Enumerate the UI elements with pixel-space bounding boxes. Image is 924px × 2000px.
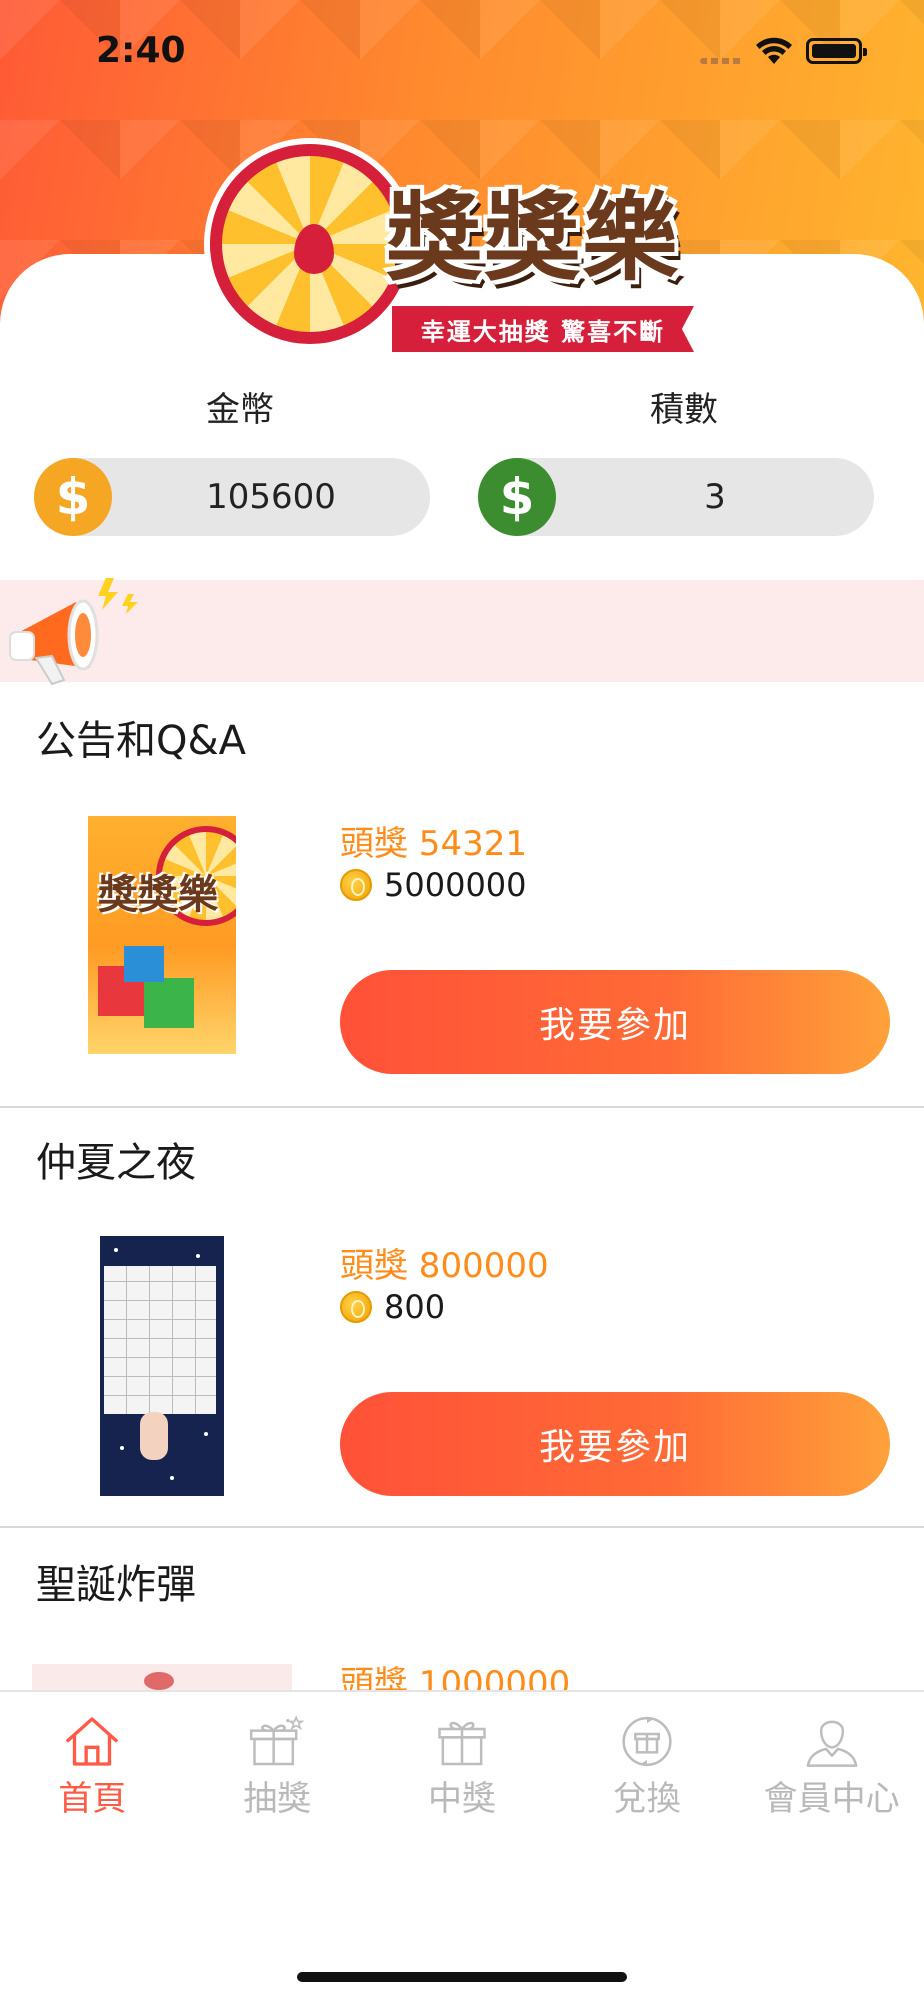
entry-cost-value: 800 bbox=[384, 1288, 446, 1326]
present-icon bbox=[438, 1721, 486, 1766]
entry-cost: 800 bbox=[340, 1288, 445, 1326]
tab-bar: 首頁 抽獎 中獎 兌換 會員中心 bbox=[0, 1690, 924, 1820]
event-title: 聖誕炸彈 bbox=[36, 1562, 196, 1608]
tab-label: 會員中心 bbox=[763, 1779, 900, 1819]
tab-label: 兌換 bbox=[612, 1779, 681, 1819]
coin-icon bbox=[340, 869, 372, 901]
top-prize: 頭獎 1000000 bbox=[340, 1664, 571, 1690]
event-poster[interactable] bbox=[32, 1664, 292, 1690]
coins-label: 金幣 bbox=[206, 390, 274, 430]
points-balance: $ 3 bbox=[478, 458, 874, 536]
megaphone-icon bbox=[9, 578, 138, 686]
event-poster[interactable] bbox=[100, 1236, 224, 1496]
divider bbox=[0, 1106, 924, 1108]
tab-exchange[interactable]: 兌換 bbox=[554, 1692, 739, 1820]
app-logo: 獎獎樂 幸運大抽獎 驚喜不斷 bbox=[206, 140, 706, 370]
home-icon bbox=[66, 1717, 119, 1766]
user-icon bbox=[806, 1720, 857, 1767]
divider bbox=[0, 1526, 924, 1528]
gift-box-icon bbox=[250, 1715, 305, 1766]
entry-cost-value: 5000000 bbox=[384, 866, 527, 904]
top-prize: 頭獎 800000 bbox=[340, 1246, 549, 1286]
coin-icon bbox=[340, 1291, 372, 1323]
event-title: 公告和Q&A bbox=[36, 718, 247, 764]
dollar-icon: $ bbox=[478, 458, 556, 536]
entry-cost: 5000000 bbox=[340, 866, 527, 904]
points-label: 積數 bbox=[650, 390, 718, 430]
tab-label: 中獎 bbox=[427, 1779, 496, 1819]
logo-title: 獎獎樂 bbox=[386, 181, 680, 294]
tab-lottery[interactable]: 抽獎 bbox=[185, 1692, 370, 1820]
tab-home[interactable]: 首頁 bbox=[0, 1692, 185, 1820]
status-time: 2:40 bbox=[96, 30, 186, 71]
battery-icon bbox=[806, 38, 867, 64]
top-prize-clip: 頭獎 1000000 bbox=[340, 1652, 740, 1690]
coins-balance: $ 105600 bbox=[34, 458, 430, 536]
prize-wheel-icon bbox=[210, 144, 410, 344]
dollar-icon: $ bbox=[34, 458, 112, 536]
join-button[interactable]: 我要參加 bbox=[340, 970, 890, 1074]
wifi-icon bbox=[756, 37, 792, 64]
event-poster[interactable]: 獎獎樂 bbox=[88, 816, 236, 1054]
top-prize: 頭獎 54321 bbox=[340, 824, 527, 864]
join-button[interactable]: 我要參加 bbox=[340, 1392, 890, 1496]
tab-label: 抽獎 bbox=[243, 1779, 312, 1819]
home-indicator[interactable] bbox=[297, 1972, 627, 1982]
coins-value: 105600 bbox=[206, 477, 336, 517]
signal-icon bbox=[700, 58, 744, 64]
tab-label: 首頁 bbox=[58, 1779, 127, 1819]
points-value: 3 bbox=[704, 477, 726, 517]
event-title: 仲夏之夜 bbox=[36, 1140, 196, 1186]
logo-tagline: 幸運大抽獎 驚喜不斷 bbox=[392, 306, 694, 352]
tab-member[interactable]: 會員中心 bbox=[739, 1692, 924, 1820]
exchange-gift-icon bbox=[622, 1716, 672, 1767]
tab-winning[interactable]: 中獎 bbox=[370, 1692, 555, 1820]
